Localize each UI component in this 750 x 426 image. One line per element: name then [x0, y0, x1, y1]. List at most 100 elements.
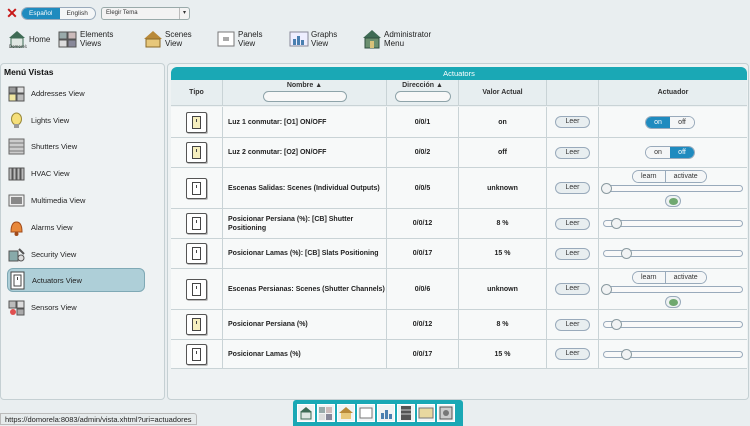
scene-slider[interactable] — [601, 284, 743, 295]
header-nombre[interactable]: Nombre ▲ — [223, 80, 387, 105]
on-off-toggle[interactable]: on off — [645, 146, 695, 159]
language-selector[interactable]: Español English — [21, 7, 96, 20]
dock-shutters-icon[interactable] — [397, 404, 415, 422]
header-tipo: Tipo — [171, 80, 223, 105]
learn-button[interactable]: learn — [633, 272, 665, 283]
leer-button[interactable]: Leer — [555, 182, 590, 194]
switch-icon — [186, 278, 207, 300]
admin-house-icon — [362, 29, 382, 49]
valor-cell: 8 % — [459, 310, 547, 339]
sidebar-item-addresses[interactable]: Addresses View — [7, 81, 145, 105]
leer-cell: Leer — [547, 269, 599, 309]
scenes-icon — [143, 29, 163, 49]
leer-cell: Leer — [547, 340, 599, 368]
leer-button[interactable]: Leer — [555, 283, 590, 295]
scene-slider[interactable] — [601, 183, 743, 194]
nav-scenes-label: Scenes View — [165, 30, 192, 48]
check-icon[interactable] — [665, 195, 681, 207]
header-direccion[interactable]: Dirección ▲ — [387, 80, 459, 105]
table-row: Escenas Salidas: Scenes (Individual Outp… — [171, 168, 747, 209]
nav-graphs[interactable]: Graphs View — [289, 28, 337, 50]
slider-handle[interactable] — [601, 183, 612, 194]
nav-panels-label: Panels View — [238, 30, 263, 48]
position-slider[interactable] — [603, 248, 743, 259]
table-row: Luz 2 conmutar: [O2] ON/OFF 0/0/2 off Le… — [171, 138, 747, 168]
position-slider[interactable] — [603, 319, 743, 330]
leer-button[interactable]: Leer — [555, 247, 590, 260]
nav-scenes[interactable]: Scenes View — [143, 28, 192, 50]
sidebar-item-actuators[interactable]: Actuators View — [7, 268, 145, 292]
slider-handle[interactable] — [620, 348, 632, 360]
nombre-filter-input[interactable] — [263, 91, 347, 102]
switch-icon — [186, 213, 207, 234]
position-slider[interactable] — [603, 218, 743, 229]
chevron-down-icon: ▾ — [179, 8, 189, 19]
dock-home-icon[interactable] — [297, 404, 315, 422]
sidebar-item-shutters[interactable]: Shutters View — [7, 134, 145, 158]
activate-button[interactable]: activate — [664, 171, 706, 182]
activate-button[interactable]: activate — [664, 272, 706, 283]
close-icon[interactable]: ✕ — [6, 6, 18, 20]
tipo-cell — [171, 239, 223, 268]
slider-handle[interactable] — [611, 218, 623, 229]
nombre-cell: Escenas Persianas: Scenes (Shutter Chann… — [223, 269, 387, 309]
actuador-cell — [599, 239, 747, 268]
check-icon[interactable] — [665, 296, 681, 308]
table-row: Luz 1 conmutar: [O1] ON/OFF 0/0/1 on Lee… — [171, 107, 747, 138]
valor-cell: off — [459, 138, 547, 167]
switch-icon — [8, 271, 27, 290]
leer-button[interactable]: Leer — [555, 217, 590, 230]
sidebar-item-hvac[interactable]: HVAC View — [7, 161, 145, 185]
slider-handle[interactable] — [601, 284, 612, 295]
position-slider[interactable] — [603, 348, 743, 360]
header-leer-col — [547, 80, 599, 105]
slider-handle[interactable] — [620, 248, 632, 259]
leer-cell: Leer — [547, 138, 599, 167]
leer-button[interactable]: Leer — [555, 116, 590, 128]
tipo-cell — [171, 138, 223, 167]
dock-multimedia-icon[interactable] — [417, 404, 435, 422]
dock-scenes-icon[interactable] — [337, 404, 355, 422]
nav-panels[interactable]: Panels View — [216, 28, 262, 50]
sidebar-item-label: Addresses View — [31, 88, 85, 98]
sidebar-item-sensors[interactable]: Sensors View — [7, 295, 145, 319]
table-row: Escenas Persianas: Scenes (Shutter Chann… — [171, 269, 747, 310]
dock-panels-icon[interactable] — [357, 404, 375, 422]
nav-elements[interactable]: Elements Views — [58, 28, 113, 50]
table-row: Posicionar Persiana (%) 0/0/12 8 % Leer — [171, 310, 747, 340]
panels-icon — [216, 29, 236, 49]
bottom-dock — [293, 400, 463, 426]
shutter-icon — [7, 137, 26, 156]
on-button[interactable]: on — [646, 116, 670, 128]
tipo-cell — [171, 340, 223, 368]
lang-en-button[interactable]: English — [60, 8, 95, 19]
header-nombre-label[interactable]: Nombre ▲ — [287, 82, 322, 89]
on-off-toggle[interactable]: on off — [645, 115, 695, 129]
header-direccion-label[interactable]: Dirección ▲ — [402, 82, 443, 89]
graphs-icon — [289, 29, 309, 49]
learn-button[interactable]: learn — [633, 171, 665, 182]
off-button[interactable]: off — [670, 147, 694, 158]
dock-elements-icon[interactable] — [317, 404, 335, 422]
sidebar-item-security[interactable]: Security View — [7, 242, 145, 266]
off-button[interactable]: off — [670, 116, 694, 128]
sidebar-item-alarms[interactable]: Alarms View — [7, 215, 145, 239]
sidebar-item-lights[interactable]: Lights View — [7, 108, 145, 132]
leer-button[interactable]: Leer — [555, 318, 590, 331]
direccion-cell: 0/0/1 — [387, 107, 459, 137]
on-button[interactable]: on — [646, 147, 670, 158]
leer-button[interactable]: Leer — [555, 146, 590, 159]
direccion-cell: 0/0/12 — [387, 209, 459, 238]
dock-admin-icon[interactable] — [437, 404, 455, 422]
lang-es-button[interactable]: Español — [22, 8, 60, 19]
slider-handle[interactable] — [611, 319, 623, 330]
theme-select[interactable]: Elegir Tema ▾ — [101, 7, 190, 20]
nav-home[interactable]: Domorela Home — [7, 28, 50, 50]
dock-graphs-icon[interactable] — [377, 404, 395, 422]
leer-button[interactable]: Leer — [555, 348, 590, 360]
nav-admin[interactable]: Administrator Menu — [362, 28, 431, 50]
sidebar-item-multimedia[interactable]: Multimedia View — [7, 188, 145, 212]
direccion-filter-input[interactable] — [395, 91, 451, 102]
valor-cell: unknown — [459, 168, 547, 208]
nombre-cell: Posicionar Persiana (%) — [223, 310, 387, 339]
